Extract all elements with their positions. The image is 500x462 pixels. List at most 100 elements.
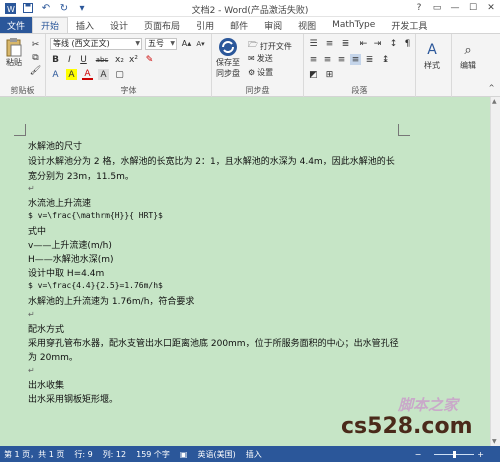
sync-group-label: 同步盘	[245, 86, 270, 95]
tab-layout[interactable]: 页面布局	[136, 17, 188, 33]
multilevel-list-icon[interactable]: ≣	[340, 38, 351, 49]
paste-button[interactable]: 粘贴	[4, 37, 24, 68]
zoom-slider[interactable]	[434, 451, 475, 458]
clipboard-group: 粘贴 ✂ ⧉ 🖌 剪贴板	[0, 34, 46, 97]
doc-line-design-cont: 宽分别为 23m，11.5m。	[28, 172, 134, 182]
close-button[interactable]: ✕	[482, 0, 500, 16]
zoom-out-icon[interactable]: −	[415, 450, 422, 459]
open-file-button[interactable]: 🗁 打开文件	[248, 39, 292, 53]
editing-label: 编辑	[460, 61, 476, 70]
chevron-down-icon: ▼	[135, 40, 140, 47]
font-size-dropdown[interactable]: 五号 ▼	[145, 38, 177, 50]
ribbon: 粘贴 ✂ ⧉ 🖌 剪贴板 等线 (西文正文) ▼ 五号 ▼ A▴ A▾ B I …	[0, 33, 500, 97]
grow-font-icon[interactable]: A▴	[181, 38, 192, 49]
increase-indent-icon[interactable]: ⇥	[372, 38, 383, 49]
tab-design[interactable]: 设计	[102, 17, 136, 33]
doc-line-where: 式中	[28, 227, 47, 237]
proofing-icon[interactable]: ▣	[180, 450, 188, 459]
tab-review[interactable]: 审阅	[256, 17, 290, 33]
italic-button[interactable]: I	[64, 54, 75, 65]
paragraph-group-label: 段落	[351, 86, 368, 95]
watermark-site: cs528.com	[341, 414, 473, 439]
scroll-down-icon[interactable]: ▼	[492, 438, 497, 445]
align-right-icon[interactable]: ≡	[336, 54, 347, 65]
font-name-dropdown[interactable]: 等线 (西文正文) ▼	[50, 38, 142, 50]
bullets-icon[interactable]: ☰	[308, 38, 319, 49]
align-center-icon[interactable]: ≡	[322, 54, 333, 65]
distributed-icon[interactable]: ≣	[364, 54, 375, 65]
margin-corner-top-right	[398, 124, 410, 136]
styles-group: A 样式	[416, 34, 452, 97]
clear-format-icon[interactable]: ✎	[144, 54, 155, 65]
sort-icon[interactable]: ↕	[388, 38, 399, 49]
collapse-ribbon-icon[interactable]: ^	[486, 82, 497, 93]
font-group: 等线 (西文正文) ▼ 五号 ▼ A▴ A▾ B I U abc x₂ x² ✎…	[46, 34, 212, 97]
save-to-sync-button[interactable]: 保存至 同步盘	[216, 37, 240, 79]
tab-mailings[interactable]: 邮件	[222, 17, 256, 33]
doc-line-result: 水解池的上升流速为 1.76m/h，符合要求	[28, 297, 195, 307]
tab-developer[interactable]: 开发工具	[383, 17, 435, 33]
format-painter-icon[interactable]: 🖌	[30, 65, 41, 76]
highlight-button[interactable]: A	[66, 69, 77, 80]
align-left-icon[interactable]: ≡	[308, 54, 319, 65]
tab-references[interactable]: 引用	[188, 17, 222, 33]
bold-button[interactable]: B	[50, 54, 61, 65]
vertical-scrollbar[interactable]: ▲ ▼	[490, 97, 500, 446]
shading-icon[interactable]: ◩	[308, 69, 319, 80]
window-controls: ? ▭ — ☐ ✕	[410, 0, 500, 16]
doc-line-take-h: 设计中取 H=4.4m	[28, 269, 105, 279]
sync-disk-icon	[218, 37, 238, 57]
maximize-button[interactable]: ☐	[464, 0, 482, 16]
numbering-icon[interactable]: ≡	[324, 38, 335, 49]
scroll-up-icon[interactable]: ▲	[492, 98, 497, 105]
borders-icon[interactable]: ⊞	[324, 69, 335, 80]
char-shading-button[interactable]: A	[98, 69, 109, 80]
doc-line-var-h: H——水解池水深(m)	[28, 255, 114, 265]
copy-icon[interactable]: ⧉	[30, 52, 41, 63]
char-border-icon[interactable]: ▢	[114, 69, 125, 80]
cut-icon[interactable]: ✂	[30, 39, 41, 50]
status-language[interactable]: 英语(美国)	[197, 449, 235, 460]
status-insert-mode[interactable]: 插入	[246, 449, 262, 460]
justify-icon[interactable]: ≡	[350, 54, 361, 65]
send-button[interactable]: ✉ 发送	[248, 53, 273, 64]
tab-insert[interactable]: 插入	[68, 17, 102, 33]
status-word-count[interactable]: 159 个字	[136, 449, 170, 460]
paste-label: 粘贴	[6, 58, 22, 67]
tab-file[interactable]: 文件	[0, 17, 32, 33]
doc-line-formula-2: $ v=\frac{4.4}{2.5}=1.76m/h$	[28, 281, 163, 290]
doc-line-formula-1: $ v=\frac{\mathrm{H}}{ HRT}$	[28, 211, 163, 220]
zoom-control[interactable]: − +	[415, 450, 494, 459]
font-size-value: 五号	[148, 39, 164, 48]
doc-line-var-v: v——上升流速(m/h)	[28, 241, 112, 251]
subscript-button[interactable]: x₂	[114, 54, 125, 65]
status-col: 列: 12	[102, 449, 127, 459]
font-color-button[interactable]: A	[82, 69, 93, 80]
margin-corner-top-left	[14, 124, 26, 136]
watermark-brand: 脚本之家	[398, 396, 459, 414]
help-button[interactable]: ?	[410, 0, 428, 16]
styles-button[interactable]: A 样式	[422, 40, 442, 71]
strikethrough-button[interactable]: abc	[94, 54, 110, 65]
shrink-font-icon[interactable]: A▾	[195, 38, 206, 49]
status-row: 行: 9	[74, 449, 93, 459]
ribbon-display-button[interactable]: ▭	[428, 0, 446, 16]
superscript-button[interactable]: x²	[128, 54, 139, 65]
line-spacing-icon[interactable]: ↨	[380, 54, 391, 65]
decrease-indent-icon[interactable]: ⇤	[358, 38, 369, 49]
paragraph-mark-icon: ↵	[28, 310, 35, 319]
tab-view[interactable]: 视图	[290, 17, 324, 33]
underline-button[interactable]: U	[78, 54, 89, 65]
clipboard-group-label: 剪贴板	[10, 86, 35, 95]
text-effects-button[interactable]: A	[50, 69, 61, 80]
show-marks-icon[interactable]: ¶	[402, 38, 413, 49]
settings-button[interactable]: ⚙ 设置	[248, 67, 273, 78]
minimize-button[interactable]: —	[446, 0, 464, 16]
tab-mathtype[interactable]: MathType	[324, 17, 383, 33]
send-label: 发送	[256, 54, 273, 63]
zoom-in-icon[interactable]: +	[477, 450, 484, 459]
tab-home[interactable]: 开始	[32, 17, 69, 33]
zoom-slider-thumb[interactable]	[453, 451, 457, 458]
status-page[interactable]: 第 1 页，共 1 页	[4, 449, 64, 460]
editing-button[interactable]: ⌕ 编辑	[458, 40, 478, 71]
